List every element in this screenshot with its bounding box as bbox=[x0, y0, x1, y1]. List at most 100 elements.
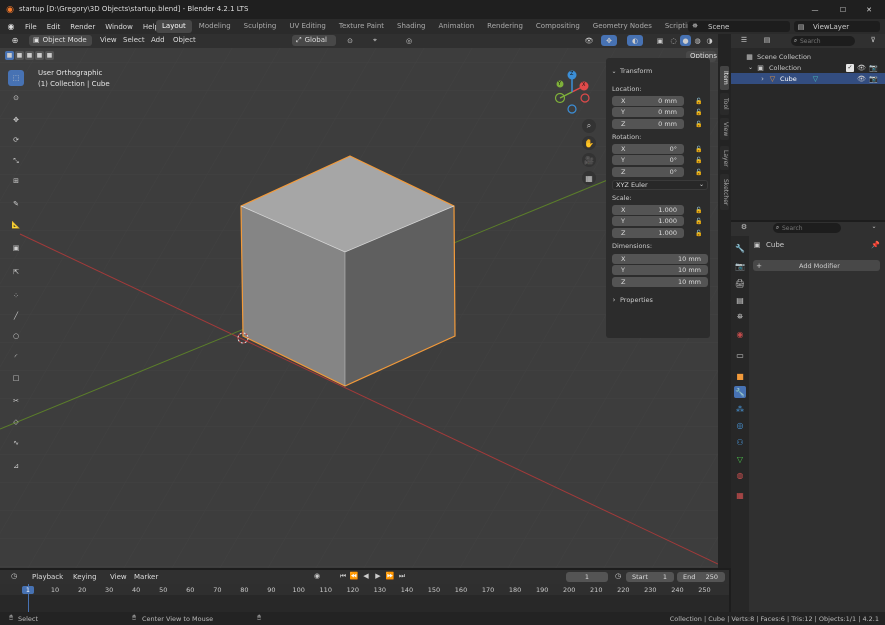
transform-orientation-dropdown[interactable]: ⤢ Global bbox=[292, 35, 336, 46]
transform-panel-header[interactable]: ⌄ Transform bbox=[610, 67, 652, 75]
render-properties-icon[interactable]: 📷 bbox=[734, 260, 746, 272]
gizmo-toggle-icon[interactable]: ✥ bbox=[601, 35, 617, 46]
modifier-properties-icon[interactable]: 🔧 bbox=[734, 386, 746, 398]
mode-dropdown[interactable]: ▣ Object Mode bbox=[29, 35, 92, 46]
data-properties-icon[interactable]: ▽ bbox=[734, 453, 746, 465]
lock-icon[interactable]: 🔓 bbox=[695, 156, 703, 164]
lock-icon[interactable]: 🔓 bbox=[695, 145, 703, 153]
viewport-menu-select[interactable]: Select bbox=[118, 36, 150, 44]
start-frame-field[interactable]: Start 1 bbox=[626, 572, 674, 582]
menu-file[interactable]: File bbox=[20, 23, 42, 31]
play-reverse-icon[interactable]: ◀ bbox=[361, 572, 371, 580]
polygon-tool-icon[interactable]: ◇ bbox=[8, 414, 24, 430]
camera-view-icon[interactable]: 🎥 bbox=[582, 153, 596, 167]
collection-properties-icon[interactable]: ▭ bbox=[734, 349, 746, 361]
select-new-icon[interactable]: ■ bbox=[5, 51, 14, 60]
trim-tool-icon[interactable]: ✂ bbox=[8, 393, 24, 409]
jump-keyframe-back-icon[interactable]: ⏪ bbox=[349, 572, 359, 580]
visibility-icon[interactable]: 👁 bbox=[581, 35, 597, 46]
tab-animation[interactable]: Animation bbox=[432, 20, 480, 33]
measure-tool-icon[interactable]: 📐 bbox=[8, 217, 24, 233]
maximize-button[interactable]: ☐ bbox=[836, 4, 850, 15]
pivot-icon[interactable]: ⊙ bbox=[342, 35, 358, 46]
navigation-gizmo[interactable] bbox=[552, 70, 596, 114]
sidebar-tab-tool[interactable]: Tool bbox=[720, 93, 729, 115]
close-button[interactable]: ✕ bbox=[862, 4, 876, 15]
menu-edit[interactable]: Edit bbox=[42, 23, 66, 31]
chevron-right-icon[interactable]: › bbox=[759, 75, 766, 83]
add-modifier-button[interactable]: + Add Modifier bbox=[753, 260, 880, 271]
tab-texture-paint[interactable]: Texture Paint bbox=[333, 20, 390, 33]
add-cube-tool-icon[interactable]: ▣ bbox=[8, 240, 24, 256]
move-tool-icon[interactable]: ✥ bbox=[8, 112, 24, 128]
lock-icon[interactable]: 🔓 bbox=[695, 206, 703, 214]
line-tool-icon[interactable]: ╱ bbox=[8, 308, 24, 324]
timeline-menu-keying[interactable]: Keying bbox=[68, 573, 102, 581]
tab-modeling[interactable]: Modeling bbox=[193, 20, 237, 33]
tab-geometry-nodes[interactable]: Geometry Nodes bbox=[587, 20, 658, 33]
menu-render[interactable]: Render bbox=[65, 23, 100, 31]
scale-x-field[interactable]: X 1.000 bbox=[612, 205, 684, 215]
eye-icon[interactable]: 👁 bbox=[857, 75, 866, 83]
extrude-tool-icon[interactable]: ⇱ bbox=[8, 264, 24, 280]
frame-ruler[interactable]: 1 10 20 30 40 50 60 70 80 90 100 110 120 130 140 150 160… bbox=[0, 584, 729, 612]
spline-tool-icon[interactable]: ∿ bbox=[8, 435, 24, 451]
xray-icon[interactable]: ▣ bbox=[654, 35, 666, 46]
properties-search-input[interactable]: ⌕ Search bbox=[773, 223, 841, 233]
rotation-z-field[interactable]: Z 0° bbox=[612, 167, 684, 177]
select-subtract-icon[interactable]: ■ bbox=[25, 51, 34, 60]
sidebar-tab-view[interactable]: View bbox=[720, 118, 729, 140]
checkbox-icon[interactable]: ✓ bbox=[846, 63, 854, 72]
select-box-tool-icon[interactable]: ⬚ bbox=[8, 70, 24, 86]
dimension-x-field[interactable]: X 10 mm bbox=[612, 254, 708, 264]
cursor-tool-icon[interactable]: ⊙ bbox=[8, 90, 24, 106]
tab-rendering[interactable]: Rendering bbox=[481, 20, 529, 33]
camera-icon[interactable]: 📷 bbox=[869, 64, 878, 72]
timeline-menu-marker[interactable]: Marker bbox=[129, 573, 163, 581]
outliner-editor-icon[interactable]: ☰ bbox=[736, 36, 752, 44]
outliner-row-scene-collection[interactable]: ▦ Scene Collection bbox=[731, 51, 885, 62]
sidebar-tab-sketcher[interactable]: Sketcher bbox=[720, 174, 729, 210]
tab-compositing[interactable]: Compositing bbox=[530, 20, 586, 33]
timeline-menu-view[interactable]: View bbox=[105, 573, 132, 581]
viewport-menu-object[interactable]: Object bbox=[168, 36, 201, 44]
overlay-toggle-icon[interactable]: ◐ bbox=[627, 35, 643, 46]
rotation-mode-dropdown[interactable]: XYZ Euler ⌄ bbox=[612, 180, 708, 190]
shading-rendered-icon[interactable]: ◑ bbox=[704, 35, 715, 46]
shading-material-icon[interactable]: ◍ bbox=[692, 35, 703, 46]
end-frame-field[interactable]: End 250 bbox=[677, 572, 725, 582]
location-z-field[interactable]: Z 0 mm bbox=[612, 119, 684, 129]
rectangle-tool-icon[interactable]: □ bbox=[8, 370, 24, 386]
tab-shading[interactable]: Shading bbox=[391, 20, 431, 33]
record-icon[interactable]: ◉ bbox=[312, 572, 322, 580]
particles-properties-icon[interactable]: ⁂ bbox=[734, 403, 746, 415]
physics-properties-icon[interactable]: ◎ bbox=[734, 419, 746, 431]
material-properties-icon[interactable]: ◍ bbox=[734, 469, 746, 481]
menu-window[interactable]: Window bbox=[100, 23, 138, 31]
texture-properties-icon[interactable]: ▦ bbox=[734, 489, 746, 501]
dimension-tool-icon[interactable]: ⊿ bbox=[8, 458, 24, 474]
lock-icon[interactable]: 🔓 bbox=[695, 108, 703, 116]
dimension-z-field[interactable]: Z 10 mm bbox=[612, 277, 708, 287]
scale-tool-icon[interactable]: ⤡ bbox=[8, 153, 24, 169]
scene-selector[interactable]: ⛯ Scene bbox=[688, 21, 790, 32]
object-properties-icon[interactable]: ■ bbox=[734, 370, 746, 382]
view-layer-properties-icon[interactable]: ▤ bbox=[734, 294, 746, 306]
timeline-editor-icon[interactable]: ◷ bbox=[6, 572, 22, 580]
select-extend-icon[interactable]: ■ bbox=[15, 51, 24, 60]
lock-icon[interactable]: 🔓 bbox=[695, 217, 703, 225]
tool-properties-icon[interactable]: 🔧 bbox=[734, 242, 746, 254]
select-intersect-icon[interactable]: ■ bbox=[45, 51, 54, 60]
constraints-properties-icon[interactable]: ⚇ bbox=[734, 436, 746, 448]
sidebar-tab-layer[interactable]: Layer bbox=[720, 146, 729, 170]
display-mode-icon[interactable]: ▤ bbox=[759, 36, 775, 44]
snap-icon[interactable]: ⌖ bbox=[362, 35, 388, 46]
lock-icon[interactable]: 🔓 bbox=[695, 168, 703, 176]
circle-tool-icon[interactable]: ○ bbox=[8, 328, 24, 344]
sidebar-tab-item[interactable]: Item bbox=[720, 66, 729, 90]
minimize-button[interactable]: — bbox=[808, 4, 822, 15]
lock-icon[interactable]: 🔓 bbox=[695, 120, 703, 128]
shading-solid-icon[interactable]: ● bbox=[680, 35, 691, 46]
rotation-x-field[interactable]: X 0° bbox=[612, 144, 684, 154]
lock-icon[interactable]: 🔓 bbox=[695, 97, 703, 105]
